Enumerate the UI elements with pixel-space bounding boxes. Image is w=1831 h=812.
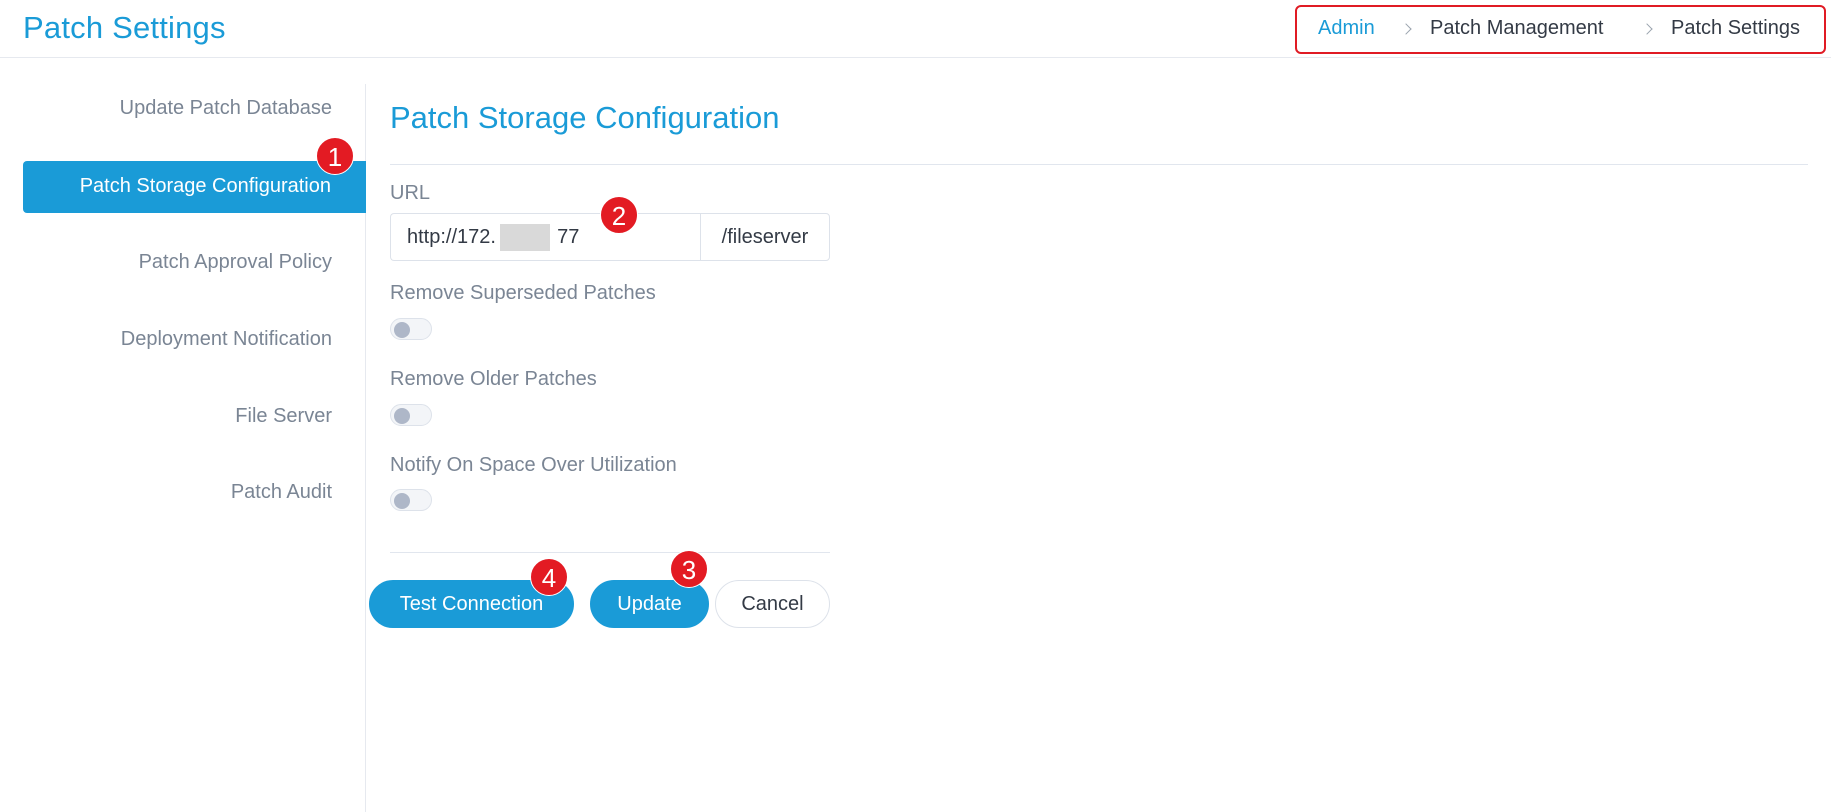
section-divider [390, 164, 1808, 165]
url-suffix: /fileserver [700, 213, 830, 261]
annotation-marker-1: 1 [316, 137, 354, 175]
notify-space-toggle[interactable] [390, 489, 432, 511]
breadcrumb-patch-settings: Patch Settings [1671, 17, 1800, 39]
breadcrumb-admin[interactable]: Admin [1318, 17, 1375, 40]
remove-superseded-toggle[interactable] [390, 318, 432, 340]
sidebar-item-update-patch-database[interactable]: Update Patch Database [120, 97, 332, 120]
cancel-button[interactable]: Cancel [715, 580, 830, 628]
sidebar-item-deployment-notification[interactable]: Deployment Notification [121, 328, 332, 351]
annotation-marker-2: 2 [600, 196, 638, 234]
form-divider [390, 552, 830, 553]
remove-older-label: Remove Older Patches [390, 368, 597, 390]
breadcrumb-patch-management[interactable]: Patch Management [1430, 17, 1603, 40]
annotation-marker-4: 4 [530, 558, 568, 596]
url-label: URL [390, 182, 431, 204]
sidebar-item-file-server[interactable]: File Server [235, 405, 332, 428]
annotation-marker-3: 3 [670, 550, 708, 588]
notify-space-label: Notify On Space Over Utilization [390, 454, 677, 476]
toggle-knob [394, 493, 410, 509]
page-title: Patch Settings [23, 10, 226, 45]
toggle-knob [394, 408, 410, 424]
redaction-mask [500, 224, 550, 251]
remove-superseded-label: Remove Superseded Patches [390, 282, 656, 304]
sidebar-item-patch-storage-configuration[interactable]: Patch Storage Configuration [23, 161, 366, 213]
remove-older-toggle[interactable] [390, 404, 432, 426]
sidebar-item-label: Patch Storage Configuration [79, 175, 331, 197]
section-title: Patch Storage Configuration [390, 100, 780, 135]
toggle-knob [394, 322, 410, 338]
sidebar-item-patch-audit[interactable]: Patch Audit [231, 481, 332, 504]
sidebar-item-patch-approval-policy[interactable]: Patch Approval Policy [139, 251, 332, 274]
